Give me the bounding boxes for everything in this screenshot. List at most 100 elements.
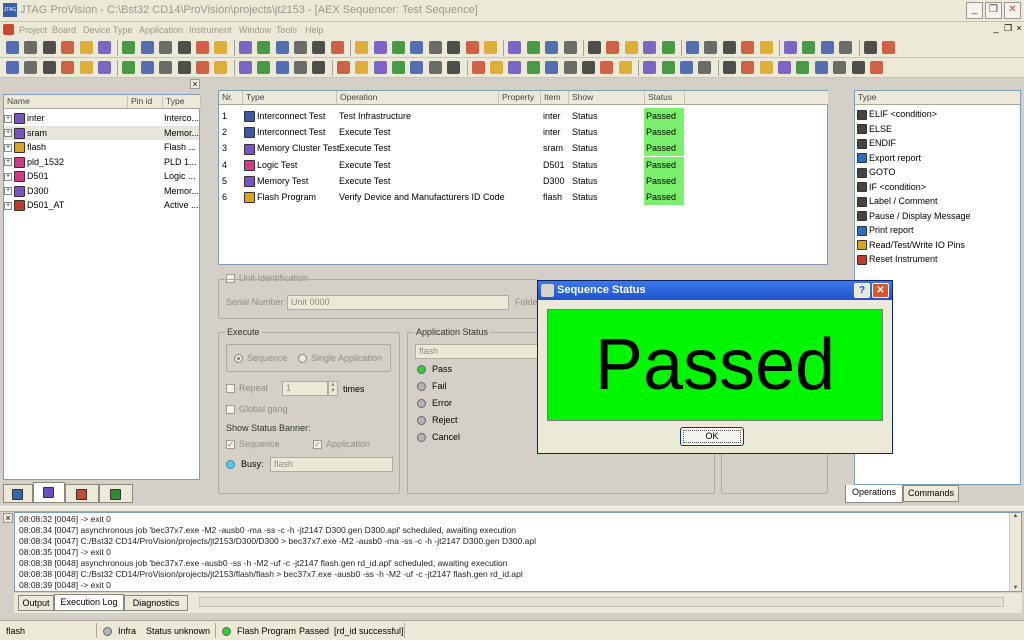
column-header-show[interactable]: Show — [569, 91, 645, 105]
toolbar-button-icon[interactable] — [98, 61, 111, 74]
banner-application-checkbox[interactable]: ✓ Application — [313, 439, 370, 450]
toolbar-button-icon[interactable] — [814, 61, 828, 74]
menu-application[interactable]: Application — [139, 25, 183, 35]
menu-help[interactable]: Help — [305, 25, 324, 35]
toolbar-button-icon[interactable] — [98, 41, 111, 54]
tab-devices-icon[interactable] — [33, 482, 65, 503]
dialog-close-button[interactable]: ✕ — [872, 283, 889, 298]
toolbar-button-icon[interactable] — [61, 41, 75, 54]
operation-item[interactable]: ENDIF — [857, 136, 896, 150]
menu-project[interactable]: Project — [19, 25, 47, 35]
expand-icon[interactable]: + — [4, 201, 12, 210]
toolbar-button-icon[interactable] — [661, 61, 675, 74]
ok-button[interactable]: OK — [680, 427, 744, 446]
toolbar-button-icon[interactable] — [722, 41, 736, 54]
operation-item[interactable]: Label / Comment — [857, 194, 938, 208]
toolbar-button-icon[interactable] — [759, 61, 773, 74]
toolbar-button-icon[interactable] — [238, 61, 252, 74]
toolbar-button-icon[interactable] — [410, 41, 424, 54]
repeat-count-field[interactable]: 1 — [282, 381, 328, 396]
toolbar-button-icon[interactable] — [159, 41, 173, 54]
log-hscrollbar[interactable] — [199, 597, 1004, 607]
toolbar-button-icon[interactable] — [196, 61, 209, 74]
tree-item[interactable]: + inter Interco... — [4, 111, 199, 125]
toolbar-button-icon[interactable] — [312, 61, 326, 74]
menu-tools[interactable]: Tools — [276, 25, 297, 35]
toolbar-button-icon[interactable] — [122, 61, 136, 74]
toolbar-button-icon[interactable] — [447, 41, 461, 54]
toolbar-button-icon[interactable] — [336, 61, 350, 74]
toolbar-button-icon[interactable] — [759, 41, 773, 54]
mdi-minimize-button[interactable]: _ — [990, 23, 1002, 36]
mdi-close-button[interactable]: × — [1013, 23, 1024, 36]
expand-icon[interactable]: + — [4, 158, 12, 167]
toolbar-button-icon[interactable] — [79, 61, 93, 74]
operations-header[interactable]: Type — [855, 91, 1020, 105]
toolbar-button-icon[interactable] — [490, 61, 503, 74]
toolbar-button-icon[interactable] — [526, 61, 540, 74]
toolbar-button-icon[interactable] — [484, 41, 497, 54]
toolbar-button-icon[interactable] — [275, 41, 289, 54]
toolbar-button-icon[interactable] — [42, 61, 56, 74]
toolbar-button-icon[interactable] — [428, 61, 442, 74]
toolbar-button-icon[interactable] — [330, 41, 344, 54]
repeat-spinner[interactable]: ▲ ▼ — [328, 381, 338, 396]
tree-item[interactable]: + sram Memor... — [4, 125, 199, 140]
toolbar-button-icon[interactable] — [563, 41, 577, 54]
toolbar-button-icon[interactable] — [447, 61, 461, 74]
toolbar-button-icon[interactable] — [24, 41, 38, 54]
toolbar-button-icon[interactable] — [214, 41, 228, 54]
toolbar-button-icon[interactable] — [863, 41, 877, 54]
toolbar-button-icon[interactable] — [257, 41, 271, 54]
column-header-type[interactable]: Type — [243, 91, 337, 105]
expand-icon[interactable]: + — [4, 187, 12, 196]
toolbar-button-icon[interactable] — [294, 41, 307, 54]
expand-icon[interactable]: + — [4, 172, 12, 181]
maximize-button[interactable]: ❐ — [985, 2, 1002, 19]
toolbar-button-icon[interactable] — [428, 41, 442, 54]
toolbar-button-icon[interactable] — [698, 61, 712, 74]
toolbar-button-icon[interactable] — [796, 61, 810, 74]
toolbar-button-icon[interactable] — [680, 61, 693, 74]
minimize-button[interactable]: _ — [966, 2, 983, 19]
toolbar-button-icon[interactable] — [275, 61, 289, 74]
toolbar-button-icon[interactable] — [238, 41, 252, 54]
toolbar-button-icon[interactable] — [140, 61, 154, 74]
tree-item[interactable]: + pld_1532 PLD 1... — [4, 155, 199, 169]
toolbar-button-icon[interactable] — [624, 41, 638, 54]
operation-item[interactable]: Reset Instrument — [857, 252, 938, 266]
toolbar-button-icon[interactable] — [6, 61, 19, 74]
sequence-row[interactable]: 3 Memory Cluster Test Execute Test sram Stat… — [219, 140, 827, 157]
repeat-checkbox[interactable]: Repeat — [226, 383, 268, 394]
column-header-pin-id[interactable]: Pin id — [128, 95, 163, 109]
toolbar-button-icon[interactable] — [257, 61, 271, 74]
operation-item[interactable]: Pause / Display Message — [857, 209, 971, 223]
toolbar-button-icon[interactable] — [563, 61, 577, 74]
sequence-row[interactable]: 1 Interconnect Test Test Infrastructure int… — [219, 108, 827, 124]
column-header-nr[interactable]: Nr. — [219, 91, 243, 105]
toolbar-button-icon[interactable] — [79, 41, 93, 54]
toolbar-button-icon[interactable] — [882, 41, 895, 54]
column-header-operation[interactable]: Operation — [337, 91, 499, 105]
toolbar-button-icon[interactable] — [294, 61, 307, 74]
operation-item[interactable]: ELSE — [857, 122, 892, 136]
toolbar-button-icon[interactable] — [312, 41, 326, 54]
toolbar-button-icon[interactable] — [600, 61, 614, 74]
sequence-radio[interactable]: Sequence — [234, 353, 288, 364]
toolbar-button-icon[interactable] — [545, 41, 559, 54]
toolbar-button-icon[interactable] — [410, 61, 424, 74]
output-close-button[interactable]: × — [3, 513, 13, 523]
serial-number-field[interactable]: Unit 0000 — [287, 295, 509, 310]
toolbar-button-icon[interactable] — [643, 41, 657, 54]
toolbar-button-icon[interactable] — [661, 41, 675, 54]
toolbar-button-icon[interactable] — [526, 41, 540, 54]
toolbar-button-icon[interactable] — [6, 41, 19, 54]
toolbar-button-icon[interactable] — [373, 41, 387, 54]
toolbar-button-icon[interactable] — [177, 41, 191, 54]
log-scrollbar[interactable]: ▲ ▼ — [1009, 513, 1021, 591]
tab-netlist-icon[interactable] — [99, 484, 133, 503]
toolbar-button-icon[interactable] — [355, 41, 369, 54]
column-header-property[interactable]: Property — [499, 91, 541, 105]
toolbar-button-icon[interactable] — [778, 61, 791, 74]
tree-item[interactable]: + D300 Memor... — [4, 184, 199, 198]
